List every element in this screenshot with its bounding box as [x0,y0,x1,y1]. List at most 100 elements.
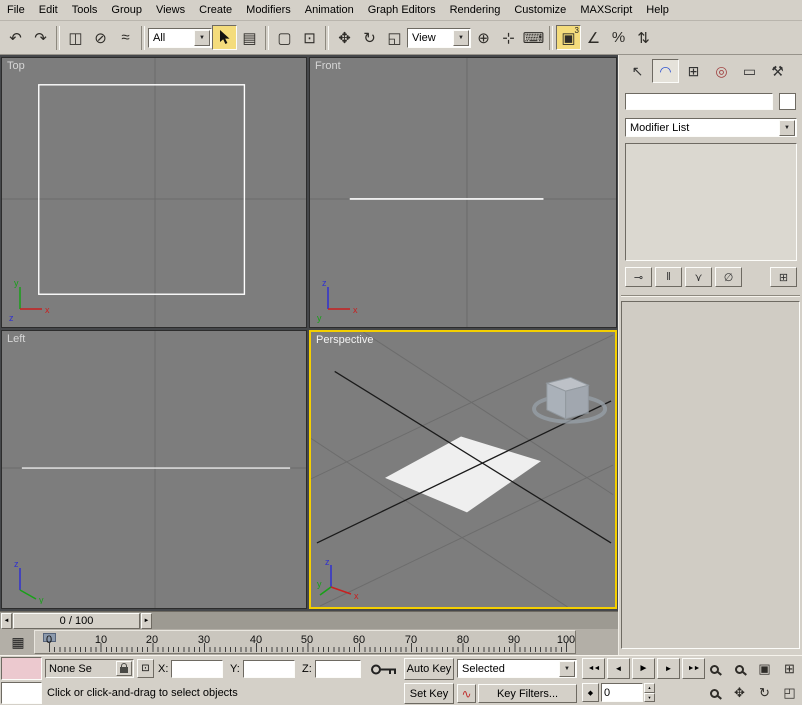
menu-tools[interactable]: Tools [65,0,105,20]
key-filters-button[interactable]: Key Filters... [478,684,577,703]
current-frame-field[interactable] [601,683,643,702]
show-end-result-button[interactable]: ‖ [655,267,682,287]
zoom-all-button[interactable] [728,658,751,680]
zoom-extents-all-button[interactable]: ⊞ [778,658,801,680]
unlink-selection-button[interactable]: ⊘ [88,25,113,50]
select-and-link-button[interactable]: ◫ [63,25,88,50]
pin-stack-button[interactable]: ⊸ [625,267,652,287]
set-key-button[interactable]: Set Key [404,683,454,704]
selection-filter-dropdown[interactable]: All ▼ [148,28,212,48]
menu-views[interactable]: Views [149,0,192,20]
keyboard-shortcut-override-button[interactable]: ⌨ [521,25,546,50]
angle-snap-toggle-button[interactable]: ∠ [581,25,606,50]
select-and-manipulate-button[interactable]: ⊹ [496,25,521,50]
percent-snap-toggle-button[interactable]: % [606,25,631,50]
viewport-perspective-label[interactable]: Perspective [316,334,373,346]
y-coordinate-field[interactable] [243,660,295,678]
chevron-down-icon[interactable]: ▼ [779,120,795,136]
spinner-down-button[interactable]: ▼ [644,693,655,703]
go-to-end-button[interactable]: ►► [682,658,705,679]
viewport-left[interactable]: Left z y [1,330,307,609]
object-color-swatch[interactable] [779,93,796,110]
menu-modifiers[interactable]: Modifiers [239,0,298,20]
viewport-perspective[interactable]: Perspective z [309,330,617,609]
next-frame-button[interactable]: ► [657,658,680,679]
pan-view-button[interactable]: ✥ [728,682,751,704]
configure-modifier-sets-button[interactable]: ⊞ [770,267,797,287]
frame-ruler[interactable]: 0 10 20 30 40 50 60 70 80 90 100 [34,630,576,654]
remove-modifier-button[interactable]: ∅ [715,267,742,287]
selection-lock-toggle[interactable] [116,661,132,676]
redo-button[interactable]: ↷ [28,25,53,50]
menu-rendering[interactable]: Rendering [443,0,508,20]
menu-help[interactable]: Help [639,0,676,20]
snaps-toggle-3d-button[interactable]: ▣ 3 [556,25,581,50]
absolute-offset-mode-toggle[interactable]: ⊡ [137,659,154,678]
auto-key-button[interactable]: Auto Key [404,658,454,680]
select-object-button[interactable] [212,25,237,50]
menu-create[interactable]: Create [192,0,239,20]
select-and-rotate-button[interactable]: ↻ [357,25,382,50]
viewport-left-label[interactable]: Left [7,333,25,345]
tab-hierarchy[interactable]: ⊞ [680,59,707,83]
use-pivot-point-center-button[interactable]: ⊕ [471,25,496,50]
chevron-down-icon[interactable]: ▼ [559,661,575,677]
maximize-viewport-toggle-button[interactable]: ◰ [778,682,801,704]
x-coordinate-field[interactable] [171,660,223,678]
chevron-down-icon[interactable]: ▼ [194,30,210,46]
chevron-down-icon[interactable]: ▼ [453,30,469,46]
open-mini-curve-editor-button[interactable]: ▦ [6,632,30,652]
spinner-up-button[interactable]: ▲ [644,683,655,693]
menu-graph-editors[interactable]: Graph Editors [361,0,443,20]
viewport-top-label[interactable]: Top [7,60,25,72]
key-mode-icon: ◆ [588,689,593,697]
key-mode-toggle-button[interactable]: ◆ [582,683,599,702]
zoom-button[interactable] [703,658,726,680]
menu-animation[interactable]: Animation [298,0,361,20]
rectangular-selection-region-button[interactable]: ▢ [272,25,297,50]
time-slider-next-button[interactable]: ► [141,613,152,629]
menu-group[interactable]: Group [104,0,149,20]
window-crossing-toggle-button[interactable]: ⊡ [297,25,322,50]
arc-rotate-button[interactable]: ↻ [753,682,776,704]
bind-to-space-warp-button[interactable]: ≈ [113,25,138,50]
select-by-name-button[interactable]: ▤ [237,25,262,50]
viewport-front-label[interactable]: Front [315,60,341,72]
tab-motion[interactable]: ◎ [708,59,735,83]
tab-modify[interactable]: ◠ [652,59,679,83]
modify-icon: ◠ [659,63,671,80]
viewport-front[interactable]: Front z x y [309,57,617,328]
default-in-out-tangent-button[interactable]: ∿ [457,684,476,703]
tab-create[interactable]: ↖ [624,59,651,83]
zoom-region-button[interactable] [703,682,726,704]
spinner-snap-toggle-button[interactable]: ⇅ [631,25,656,50]
time-slider-handle[interactable]: 0 / 100 [13,613,140,629]
reference-coordinate-system-dropdown[interactable]: View ▼ [407,28,471,48]
time-slider-track[interactable]: ◄ 0 / 100 ► [0,611,618,629]
menu-file[interactable]: File [0,0,32,20]
make-unique-button[interactable]: ⋎ [685,267,712,287]
select-and-scale-button[interactable]: ◱ [382,25,407,50]
undo-button[interactable]: ↶ [3,25,28,50]
modifier-list-dropdown[interactable]: Modifier List ▼ [625,118,797,137]
menu-edit[interactable]: Edit [32,0,65,20]
maxscript-mini-listener[interactable] [1,682,42,704]
set-keys-key-icon[interactable] [370,663,398,676]
tab-display[interactable]: ▭ [736,59,763,83]
go-to-start-button[interactable]: ◄◄ [582,658,605,679]
play-animation-button[interactable]: ► [632,658,655,679]
menu-customize[interactable]: Customize [507,0,573,20]
time-slider-prev-button[interactable]: ◄ [1,613,12,629]
previous-frame-button[interactable]: ◄ [607,658,630,679]
menu-maxscript[interactable]: MAXScript [573,0,639,20]
viewport-top[interactable]: Top y x z [1,57,307,328]
key-mode-dropdown[interactable]: Selected ▼ [457,659,577,678]
z-coordinate-field[interactable] [315,660,361,678]
object-name-field[interactable] [625,93,773,110]
select-and-move-button[interactable]: ✥ [332,25,357,50]
modifier-stack-list[interactable] [625,143,797,261]
macro-recorder-mini-listener[interactable] [1,657,42,680]
tab-utilities[interactable]: ⚒ [764,59,791,83]
lock-icon [120,667,128,673]
zoom-extents-button[interactable]: ▣ [753,658,776,680]
